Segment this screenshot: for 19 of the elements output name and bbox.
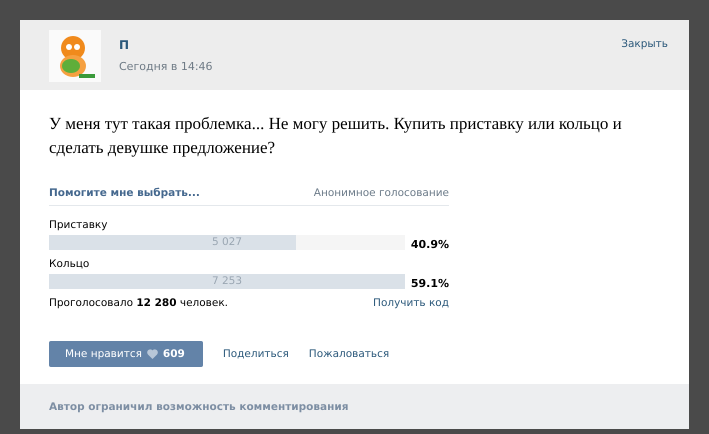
vote-total: Проголосовало 12 280 человек.	[49, 297, 228, 309]
poll-title: Помогите мне выбрать...	[49, 187, 200, 199]
author-name[interactable]: П	[119, 38, 213, 52]
get-code-link[interactable]: Получить код	[373, 297, 449, 309]
poll-type: Анонимное голосование	[314, 187, 449, 199]
option-label: Приставку	[49, 219, 108, 231]
post-text: У меня тут такая проблемка... Не могу решить. Купить приставку или кольцо и сделать девушке предложение?	[49, 113, 623, 159]
option-label: Кольцо	[49, 258, 90, 270]
post-time: Сегодня в 14:46	[119, 60, 213, 73]
close-link[interactable]: Закрыть	[621, 38, 668, 50]
vote-percent: 59.1%	[410, 277, 449, 290]
share-link[interactable]: Поделиться	[222, 348, 289, 360]
comments-disabled-notice: Автор ограничил возможность комментирования	[49, 400, 348, 412]
vote-percent: 40.9%	[410, 238, 449, 251]
report-link[interactable]: Пожаловаться	[308, 348, 390, 360]
vote-count: 5 027	[212, 235, 242, 250]
like-button[interactable]: Мне нравится 609	[49, 341, 203, 367]
vote-count: 7 253	[212, 274, 242, 289]
heart-icon	[146, 349, 158, 359]
